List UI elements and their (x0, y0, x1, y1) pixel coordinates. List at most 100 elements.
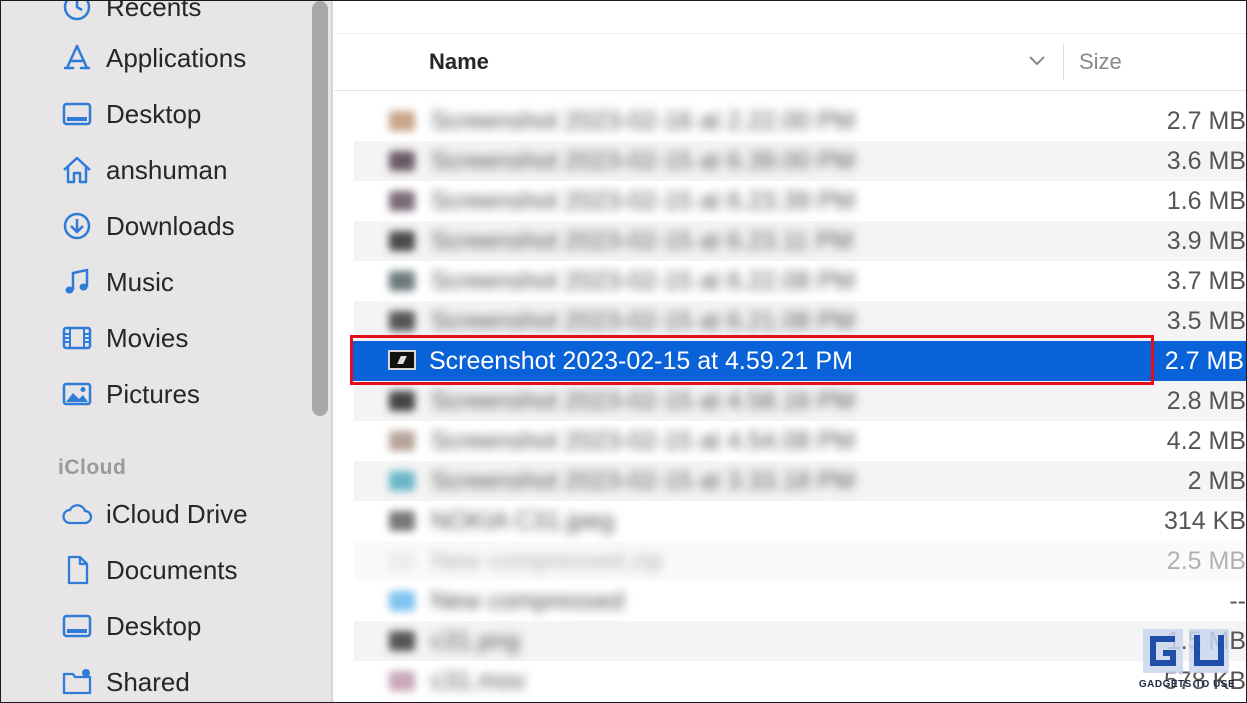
toolbar-strip (334, 1, 1246, 34)
file-name: Screenshot 2023-02-15 at 6.22.08 PM (431, 267, 855, 295)
file-thumbnail-icon (389, 671, 415, 691)
file-name: Screenshot 2023-02-15 at 6.23.11 PM (431, 227, 854, 255)
file-thumbnail-icon (389, 511, 415, 531)
file-list: Name Size Screenshot 2023-02-16 at 2.22.… (334, 1, 1246, 702)
sidebar-item-recents[interactable]: Recents (61, 1, 201, 27)
picture-icon (61, 378, 93, 410)
file-row[interactable]: Screenshot 2023-02-15 at 6.23.11 PM 3.9 … (354, 221, 1246, 261)
sidebar-item-desktop[interactable]: Desktop (61, 94, 201, 134)
file-row[interactable]: Screenshot 2023-02-15 at 6.23.39 PM 1.6 … (354, 181, 1246, 221)
sidebar-item-label: Pictures (106, 378, 200, 409)
file-name: Screenshot 2023-02-15 at 4.58.16 PM (431, 387, 855, 415)
file-size: 3.9 MB (1166, 227, 1246, 255)
file-thumbnail-icon (389, 191, 415, 211)
watermark-text: GADGETS TO USE (1138, 679, 1236, 690)
file-thumbnail-icon (389, 111, 415, 131)
file-name: Screenshot 2023-02-16 at 2.22.00 PM (431, 107, 855, 135)
file-size: 3.6 MB (1166, 147, 1246, 175)
file-name: New compressed (431, 587, 625, 615)
file-row[interactable]: New compressed.zip 2.5 MB (354, 541, 1246, 581)
sidebar-item-icloud-desktop[interactable]: Desktop (61, 606, 201, 646)
file-size: 2.5 MB (1166, 547, 1246, 575)
file-row[interactable]: Screenshot 2023-02-15 at 4.54.08 PM 4.2 … (354, 421, 1246, 461)
sidebar-item-label: Shared (106, 666, 190, 697)
file-row[interactable]: c31.mov 578 KB (354, 661, 1246, 701)
chevron-down-icon[interactable] (1028, 54, 1046, 68)
file-thumbnail-icon (389, 311, 415, 331)
file-thumbnail-icon (389, 271, 415, 291)
clock-icon (61, 1, 93, 23)
desktop-icon (61, 610, 93, 642)
file-row[interactable]: Screenshot 2023-02-15 at 6.21.08 PM 3.5 … (354, 301, 1246, 341)
file-size: -- (1229, 587, 1246, 615)
list-header: Name Size (334, 34, 1246, 91)
sidebar-item-label: iCloud Drive (106, 498, 248, 529)
file-row[interactable]: NOKIA C31.jpeg 314 KB (354, 501, 1246, 541)
sidebar-item-documents[interactable]: Documents (61, 550, 238, 590)
file-name: Screenshot 2023-02-15 at 4.54.08 PM (431, 427, 855, 455)
cloud-icon (61, 498, 93, 530)
sidebar-item-label: Desktop (106, 610, 202, 641)
file-thumbnail-icon (389, 471, 415, 491)
download-icon (61, 210, 93, 242)
file-row[interactable]: Screenshot 2023-02-15 at 3.33.18 PM 2 MB (354, 461, 1246, 501)
column-header-name[interactable]: Name (429, 49, 489, 75)
sidebar-item-pictures[interactable]: Pictures (61, 374, 200, 414)
file-row[interactable]: Screenshot 2023-02-15 at 6.39.00 PM 3.6 … (354, 141, 1246, 181)
file-row[interactable]: Screenshot 2023-02-16 at 2.22.00 PM 2.7 … (354, 101, 1246, 141)
sidebar-divider (331, 1, 333, 702)
sidebar-item-movies[interactable]: Movies (61, 318, 188, 358)
folder-icon (389, 591, 415, 611)
file-name: NOKIA C31.jpeg (431, 507, 615, 535)
file-size: 2.7 MB (1166, 107, 1246, 135)
sidebar-item-music[interactable]: Music (61, 262, 174, 302)
file-thumbnail-icon (389, 631, 415, 651)
sidebar-item-label: Movies (106, 322, 189, 353)
column-divider[interactable] (1063, 44, 1064, 80)
file-name: Screenshot 2023-02-15 at 4.59.21 PM (429, 347, 853, 375)
screenshot-file-icon (388, 350, 416, 370)
sidebar-item-anshuman[interactable]: anshuman (61, 150, 227, 190)
file-row[interactable]: Screenshot 2023-02-15 at 6.22.08 PM 3.7 … (354, 261, 1246, 301)
file-thumbnail-icon (389, 231, 415, 251)
home-icon (61, 154, 93, 186)
file-name: Screenshot 2023-02-15 at 6.21.08 PM (431, 307, 855, 335)
sidebar-item-shared[interactable]: Shared (61, 662, 190, 702)
file-thumbnail-icon (389, 551, 415, 571)
file-row-selected[interactable]: Screenshot 2023-02-15 at 4.59.21 PM 2.7 … (352, 341, 1246, 381)
sidebar-item-icloud-drive[interactable]: iCloud Drive (61, 494, 248, 534)
document-icon (61, 554, 93, 586)
music-icon (61, 266, 93, 298)
file-name: Screenshot 2023-02-15 at 3.33.18 PM (431, 467, 855, 495)
gadgets-to-use-logo (1143, 629, 1229, 673)
sidebar-section-icloud: iCloud (58, 456, 127, 479)
file-row[interactable]: Screenshot 2023-02-15 at 4.58.16 PM 2.8 … (354, 381, 1246, 421)
sidebar-item-label: Documents (106, 554, 238, 585)
sidebar: Recents Applications Desktop anshuman Do… (1, 1, 332, 702)
file-size: 2 MB (1187, 467, 1246, 495)
sidebar-item-applications[interactable]: Applications (61, 38, 246, 78)
film-icon (61, 322, 93, 354)
file-row[interactable]: c31.png 1.5 MB (354, 621, 1246, 661)
watermark: GADGETS TO USE (1137, 625, 1237, 695)
file-name: New compressed.zip (431, 547, 664, 575)
sidebar-item-downloads[interactable]: Downloads (61, 206, 235, 246)
sidebar-item-label: anshuman (106, 154, 228, 185)
file-size: 3.5 MB (1166, 307, 1246, 335)
desktop-icon (61, 98, 93, 130)
file-row[interactable]: New compressed -- (354, 581, 1246, 621)
file-name: Screenshot 2023-02-15 at 6.23.39 PM (431, 187, 855, 215)
file-thumbnail-icon (389, 391, 415, 411)
column-header-size[interactable]: Size (1079, 49, 1122, 75)
file-name: c31.mov (431, 667, 526, 695)
sidebar-item-label: Desktop (106, 98, 202, 129)
sidebar-item-label: Music (106, 266, 174, 297)
sidebar-scrollbar[interactable] (312, 1, 328, 416)
file-name: c31.png (431, 627, 520, 655)
shared-folder-icon (61, 666, 93, 698)
file-size: 2.8 MB (1166, 387, 1246, 415)
file-size: 4.2 MB (1166, 427, 1246, 455)
file-thumbnail-icon (389, 431, 415, 451)
sidebar-item-label: Recents (106, 1, 202, 22)
sidebar-item-label: Downloads (106, 210, 235, 241)
